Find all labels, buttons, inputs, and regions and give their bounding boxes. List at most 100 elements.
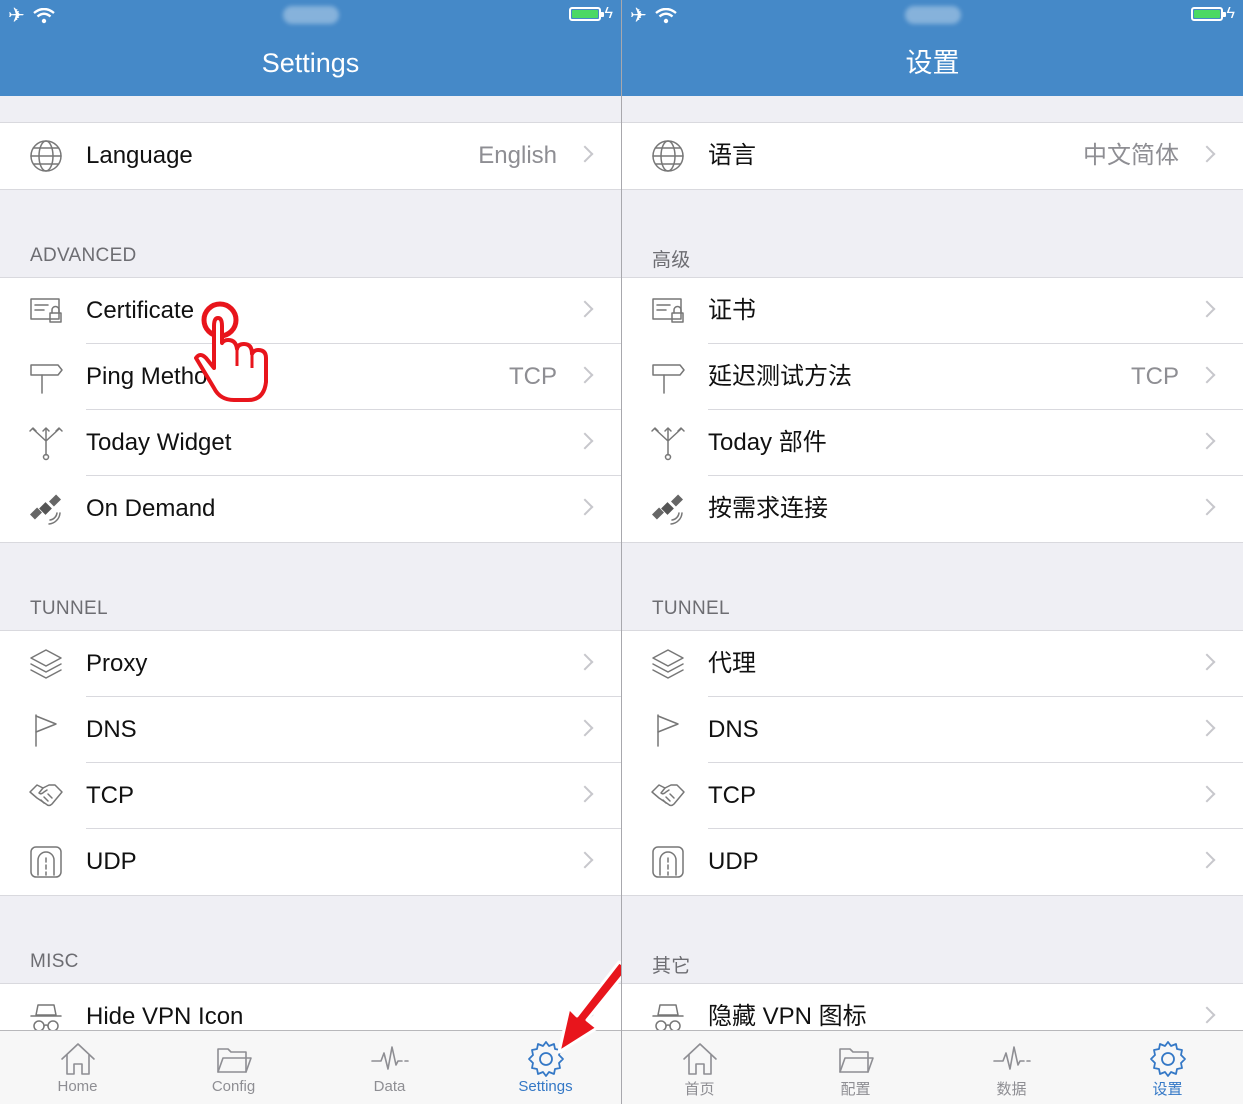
charging-icon: ϟ xyxy=(1226,5,1235,22)
chevron-right-icon xyxy=(576,851,594,869)
nav-bar: ✈ ϟ Settings xyxy=(0,0,621,96)
settings-screen-chinese: ✈ ϟ 设置 语言 中文简体 高级 证书 延迟测试方法 TCP Today 部件… xyxy=(622,0,1243,1104)
tab-config[interactable]: Config xyxy=(156,1031,311,1104)
chevron-right-icon xyxy=(576,366,594,384)
satellite-icon xyxy=(650,491,686,527)
nav-bar: ✈ ϟ 设置 xyxy=(622,0,1243,96)
on-demand-label: 按需求连接 xyxy=(708,495,828,522)
flag-icon xyxy=(650,712,686,748)
status-bar-left: ✈ xyxy=(8,4,55,28)
folder-icon xyxy=(838,1048,874,1073)
dns-label: DNS xyxy=(86,716,137,743)
chevron-right-icon xyxy=(1198,145,1216,163)
chevron-right-icon xyxy=(1198,300,1216,318)
tab-bar: 首页 配置 数据 设置 xyxy=(622,1030,1243,1104)
gear-icon xyxy=(527,1041,564,1077)
handshake-icon xyxy=(650,778,686,814)
chevron-right-icon xyxy=(1198,366,1216,384)
pulse-icon xyxy=(992,1046,1031,1070)
language-row[interactable]: 语言 中文简体 xyxy=(622,123,1243,189)
chevron-right-icon xyxy=(1198,432,1216,450)
tab-data[interactable]: 数据 xyxy=(934,1031,1089,1104)
layers-icon xyxy=(28,646,64,682)
dns-label: DNS xyxy=(708,716,759,743)
tunnel-icon xyxy=(650,844,686,880)
widget-icon xyxy=(650,425,686,461)
battery-icon xyxy=(568,7,604,21)
today-widget-row[interactable]: Today Widget xyxy=(0,410,621,476)
airplane-mode-icon: ✈ xyxy=(630,5,647,27)
certificate-row[interactable]: Certificate xyxy=(0,278,621,344)
tab-home[interactable]: Home xyxy=(0,1031,155,1104)
tab-settings-label: Settings xyxy=(518,1078,573,1095)
chevron-right-icon xyxy=(576,300,594,318)
tab-data-label: 数据 xyxy=(996,1081,1027,1098)
chevron-right-icon xyxy=(576,653,594,671)
tcp-label: TCP xyxy=(86,782,134,809)
dns-row[interactable]: DNS xyxy=(0,697,621,763)
section-header-advanced: ADVANCED xyxy=(30,245,137,266)
on-demand-row[interactable]: On Demand xyxy=(0,476,621,542)
certificate-icon xyxy=(28,293,64,329)
language-group: Language English xyxy=(0,122,621,190)
tab-settings[interactable]: 设置 xyxy=(1090,1031,1243,1104)
flag-icon xyxy=(28,712,64,748)
globe-icon xyxy=(28,138,64,174)
tab-home[interactable]: 首页 xyxy=(622,1031,777,1104)
satellite-icon xyxy=(28,491,64,527)
tab-data[interactable]: Data xyxy=(312,1031,467,1104)
udp-row[interactable]: UDP xyxy=(0,829,621,895)
proxy-row[interactable]: 代理 xyxy=(622,631,1243,697)
ping-method-row[interactable]: Ping Method TCP xyxy=(0,344,621,410)
tcp-row[interactable]: TCP xyxy=(0,763,621,829)
chevron-right-icon xyxy=(1198,785,1216,803)
dns-row[interactable]: DNS xyxy=(622,697,1243,763)
advanced-group: 证书 延迟测试方法 TCP Today 部件 按需求连接 xyxy=(622,277,1243,543)
home-icon xyxy=(60,1043,95,1075)
language-label: Language xyxy=(86,142,193,169)
signpost-icon xyxy=(28,359,64,395)
battery-icon xyxy=(1190,7,1226,21)
tcp-row[interactable]: TCP xyxy=(622,763,1243,829)
status-bar-left: ✈ xyxy=(630,4,677,28)
carrier-time-blurred xyxy=(282,6,339,24)
tunnel-icon xyxy=(28,844,64,880)
chevron-right-icon xyxy=(576,432,594,450)
tab-settings[interactable]: Settings xyxy=(468,1031,621,1104)
tab-bar: Home Config Data Settings xyxy=(0,1030,621,1104)
language-value: 中文简体 xyxy=(1083,142,1179,169)
proxy-label: Proxy xyxy=(86,650,148,677)
chevron-right-icon xyxy=(576,145,594,163)
globe-icon xyxy=(650,138,686,174)
on-demand-label: On Demand xyxy=(86,495,216,522)
chevron-right-icon xyxy=(576,719,594,737)
language-row[interactable]: Language English xyxy=(0,123,621,189)
tab-home-label: 首页 xyxy=(684,1081,715,1098)
section-header-tunnel: TUNNEL xyxy=(30,598,108,619)
udp-row[interactable]: UDP xyxy=(622,829,1243,895)
chevron-right-icon xyxy=(1198,653,1216,671)
udp-label: UDP xyxy=(86,848,137,875)
udp-label: UDP xyxy=(708,848,759,875)
tunnel-group: 代理 DNS TCP UDP xyxy=(622,630,1243,896)
section-header-advanced: 高级 xyxy=(652,250,691,271)
section-header-tunnel: TUNNEL xyxy=(652,598,730,619)
gear-icon xyxy=(1149,1041,1186,1077)
ping-method-row[interactable]: 延迟测试方法 TCP xyxy=(622,344,1243,410)
ping-method-value: TCP xyxy=(509,363,557,390)
chevron-right-icon xyxy=(1198,719,1216,737)
tab-config[interactable]: 配置 xyxy=(778,1031,933,1104)
tab-config-label: 配置 xyxy=(840,1081,871,1098)
tunnel-group: Proxy DNS TCP UDP xyxy=(0,630,621,896)
chevron-right-icon xyxy=(576,498,594,516)
on-demand-row[interactable]: 按需求连接 xyxy=(622,476,1243,542)
carrier-time-blurred xyxy=(904,6,961,24)
today-widget-row[interactable]: Today 部件 xyxy=(622,410,1243,476)
layers-icon xyxy=(650,646,686,682)
page-title: Settings xyxy=(261,48,360,78)
proxy-row[interactable]: Proxy xyxy=(0,631,621,697)
status-bar-right: ϟ xyxy=(568,6,613,22)
tab-data-label: Data xyxy=(373,1078,406,1095)
section-header-misc: 其它 xyxy=(652,956,691,977)
certificate-row[interactable]: 证书 xyxy=(622,278,1243,344)
